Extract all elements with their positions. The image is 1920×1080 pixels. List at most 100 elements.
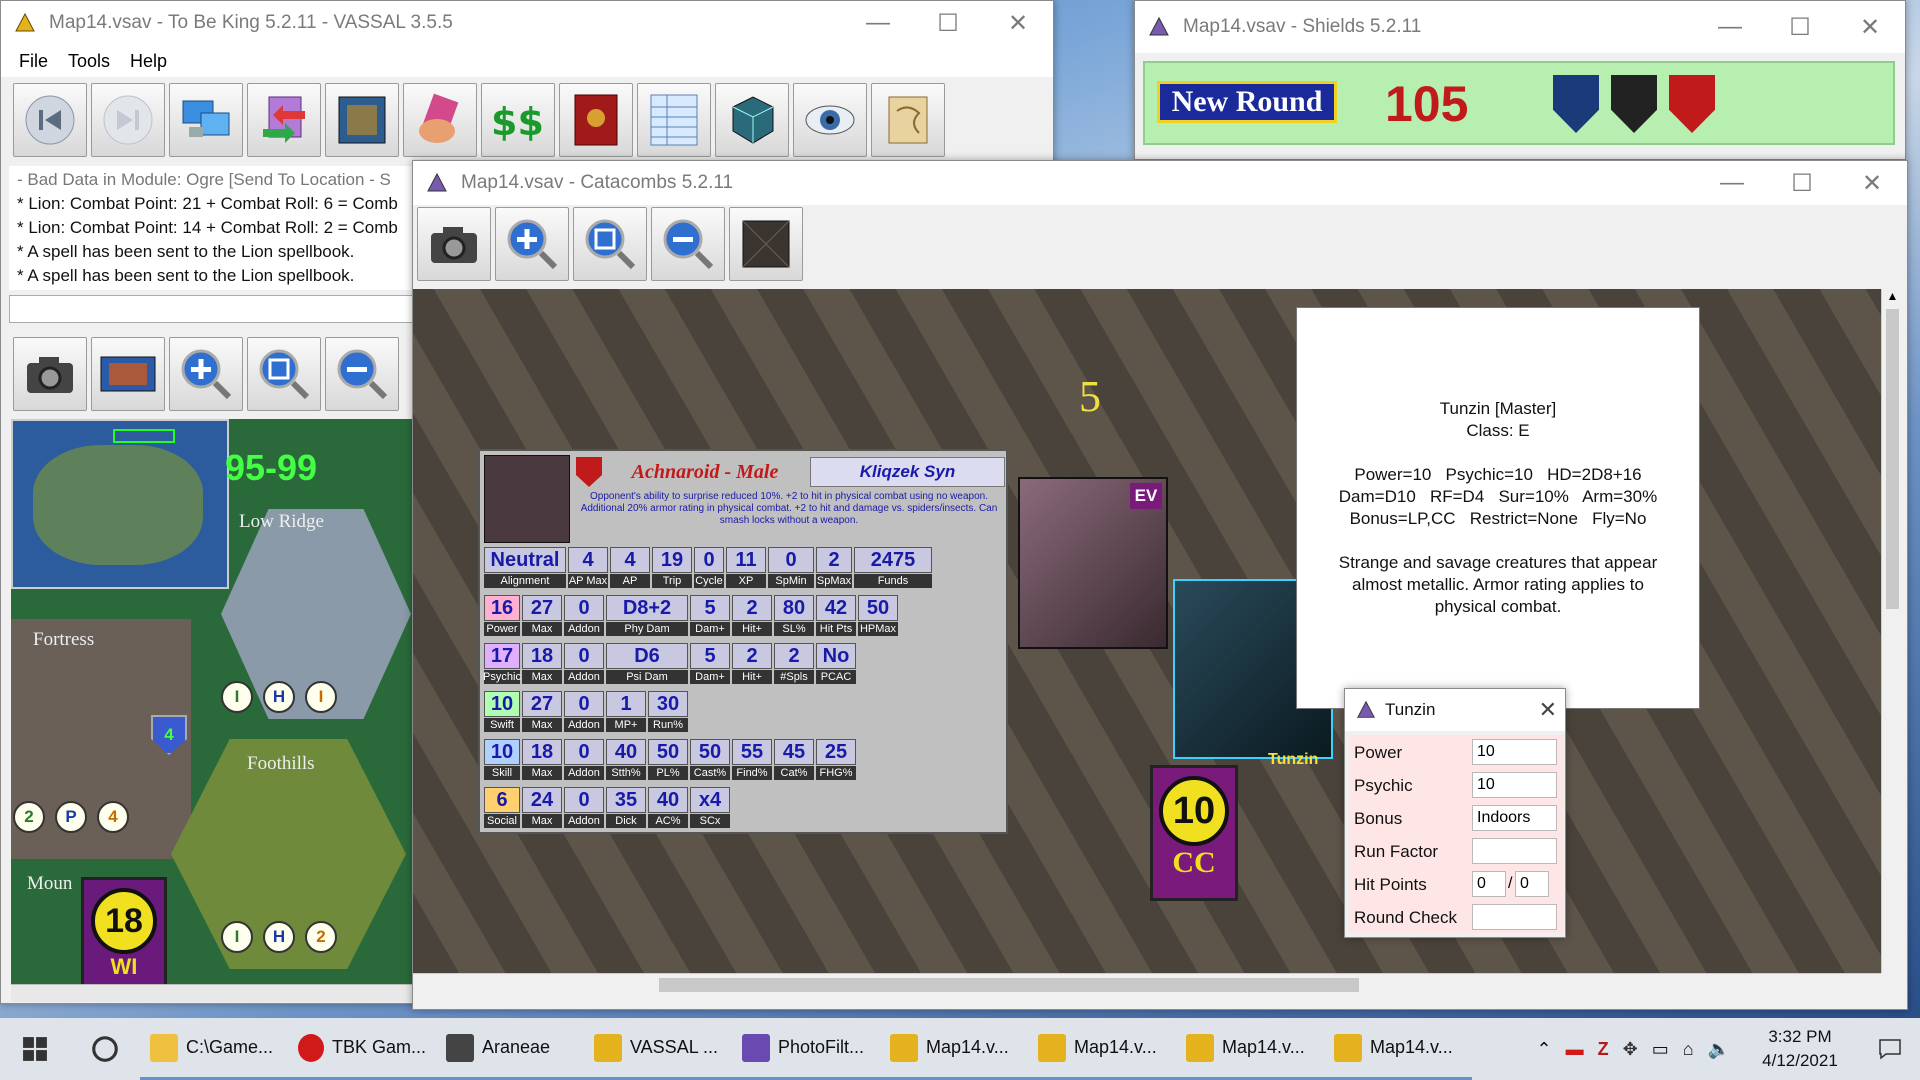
taskbar-item[interactable]: Map14.v... <box>1176 1018 1324 1080</box>
power-field[interactable]: 10 <box>1472 739 1557 765</box>
stat-value[interactable]: Neutral <box>484 547 566 573</box>
stat-value[interactable]: 80 <box>774 595 814 621</box>
stat-value[interactable]: 4 <box>610 547 650 573</box>
creature-counter[interactable]: EV <box>1018 477 1168 649</box>
stat-value[interactable]: 2 <box>816 547 852 573</box>
main-titlebar[interactable]: Map14.vsav - To Be King 5.2.11 - VASSAL … <box>1 1 1053 45</box>
zoom-out-button[interactable] <box>325 337 399 411</box>
stat-value[interactable]: 0 <box>564 739 604 765</box>
stat-value[interactable]: 5 <box>690 643 730 669</box>
scroll-thumb[interactable] <box>1886 309 1899 609</box>
scroll-thumb[interactable] <box>659 978 1359 992</box>
token[interactable]: I <box>305 681 337 713</box>
menu-tools[interactable]: Tools <box>58 51 120 72</box>
maximize-button[interactable]: ☐ <box>1767 161 1837 205</box>
token[interactable]: I <box>221 681 253 713</box>
stat-value[interactable]: 5 <box>690 595 730 621</box>
start-button[interactable] <box>0 1018 70 1080</box>
stat-value[interactable]: 11 <box>726 547 766 573</box>
map-button[interactable] <box>325 83 399 157</box>
hit-points-max-field[interactable]: 0 <box>1515 871 1549 897</box>
battery-icon[interactable]: ▭ <box>1652 1039 1669 1060</box>
shield-icon[interactable] <box>1669 75 1715 133</box>
notifications-button[interactable] <box>1860 1018 1920 1080</box>
camera-button[interactable] <box>13 337 87 411</box>
taskbar-item[interactable]: PhotoFilt... <box>732 1018 880 1080</box>
hit-points-current-field[interactable]: 0 <box>1472 871 1506 897</box>
overview-viewport[interactable] <box>113 429 175 443</box>
stat-value[interactable]: No <box>816 643 856 669</box>
stat-value[interactable]: 25 <box>816 739 856 765</box>
stat-value[interactable]: D6 <box>606 643 688 669</box>
stat-value[interactable]: 4 <box>568 547 608 573</box>
stat-value[interactable]: 0 <box>564 691 604 717</box>
stat-value[interactable]: 24 <box>522 787 562 813</box>
overview-map-button[interactable] <box>729 207 803 281</box>
catacombs-hscrollbar[interactable] <box>413 973 1881 995</box>
zoom-in-button[interactable] <box>169 337 243 411</box>
token[interactable]: 2 <box>305 921 337 953</box>
hand-button[interactable] <box>403 83 477 157</box>
taskbar-item[interactable]: VASSAL ... <box>584 1018 732 1080</box>
step-back-button[interactable] <box>13 83 87 157</box>
taskbar-item[interactable]: Araneae <box>436 1018 584 1080</box>
menu-help[interactable]: Help <box>120 51 177 72</box>
token[interactable]: I <box>221 921 253 953</box>
eye-button[interactable] <box>793 83 867 157</box>
bonus-field[interactable]: Indoors <box>1472 805 1557 831</box>
vpn-icon[interactable]: ▬ <box>1566 1039 1584 1060</box>
stat-value[interactable]: 45 <box>774 739 814 765</box>
catacombs-map[interactable]: 5 Achnaroid - Male Kliqzek Syn Opponent'… <box>413 289 1881 973</box>
stat-value[interactable]: 19 <box>652 547 692 573</box>
taskbar-item[interactable]: Map14.v... <box>880 1018 1028 1080</box>
tunzin-dialog-titlebar[interactable]: Tunzin ✕ <box>1345 689 1565 731</box>
stat-value[interactable]: 42 <box>816 595 856 621</box>
unit-counter-cc[interactable]: 10 CC <box>1150 765 1238 901</box>
stat-value[interactable]: 17 <box>484 643 520 669</box>
volume-icon[interactable]: 🔈 <box>1708 1039 1730 1060</box>
close-button[interactable]: ✕ <box>1837 161 1907 205</box>
zoom-fit-button[interactable] <box>247 337 321 411</box>
network-icon[interactable]: ⌂ <box>1683 1039 1694 1060</box>
stat-value[interactable]: 0 <box>564 643 604 669</box>
psychic-field[interactable]: 10 <box>1472 772 1557 798</box>
unit-counter-18[interactable]: 18 WI <box>81 877 167 984</box>
scroll-button[interactable] <box>871 83 945 157</box>
stat-value[interactable]: 2 <box>774 643 814 669</box>
stat-value[interactable]: 0 <box>564 595 604 621</box>
dice-button[interactable] <box>715 83 789 157</box>
world-map-hscrollbar[interactable] <box>11 984 413 1002</box>
clock[interactable]: 3:32 PM 4/12/2021 <box>1740 1018 1860 1080</box>
map-overview-inset[interactable] <box>11 419 229 589</box>
token[interactable]: 4 <box>97 801 129 833</box>
money-button[interactable]: $$ <box>481 83 555 157</box>
run-factor-field[interactable] <box>1472 838 1557 864</box>
stat-value[interactable]: 30 <box>648 691 688 717</box>
minimize-button[interactable]: — <box>1695 1 1765 53</box>
stat-value[interactable]: 1 <box>606 691 646 717</box>
stat-value[interactable]: 0 <box>564 787 604 813</box>
zoom-in-button[interactable] <box>495 207 569 281</box>
stat-value[interactable]: 0 <box>694 547 724 573</box>
minimize-button[interactable]: — <box>1697 161 1767 205</box>
stat-value[interactable]: 2 <box>732 643 772 669</box>
zoom-fit-button[interactable] <box>573 207 647 281</box>
stat-value[interactable]: 35 <box>606 787 646 813</box>
stat-value[interactable]: 27 <box>522 691 562 717</box>
stat-value[interactable]: 18 <box>522 739 562 765</box>
token[interactable]: H <box>263 921 295 953</box>
catacombs-vscrollbar[interactable]: ▲ <box>1881 289 1903 973</box>
overview-map-button[interactable] <box>91 337 165 411</box>
catacombs-titlebar[interactable]: Map14.vsav - Catacombs 5.2.11 — ☐ ✕ <box>413 161 1907 205</box>
close-button[interactable]: ✕ <box>1539 697 1557 723</box>
transfer-button[interactable] <box>247 83 321 157</box>
stat-value[interactable]: 18 <box>522 643 562 669</box>
camera-button[interactable] <box>417 207 491 281</box>
close-button[interactable]: ✕ <box>1835 1 1905 53</box>
token[interactable]: P <box>55 801 87 833</box>
stat-value[interactable]: x4 <box>690 787 730 813</box>
dropbox-icon[interactable]: ✥ <box>1623 1039 1638 1060</box>
stat-value[interactable]: 0 <box>768 547 814 573</box>
menu-file[interactable]: File <box>9 51 58 72</box>
stat-value[interactable]: D8+2 <box>606 595 688 621</box>
